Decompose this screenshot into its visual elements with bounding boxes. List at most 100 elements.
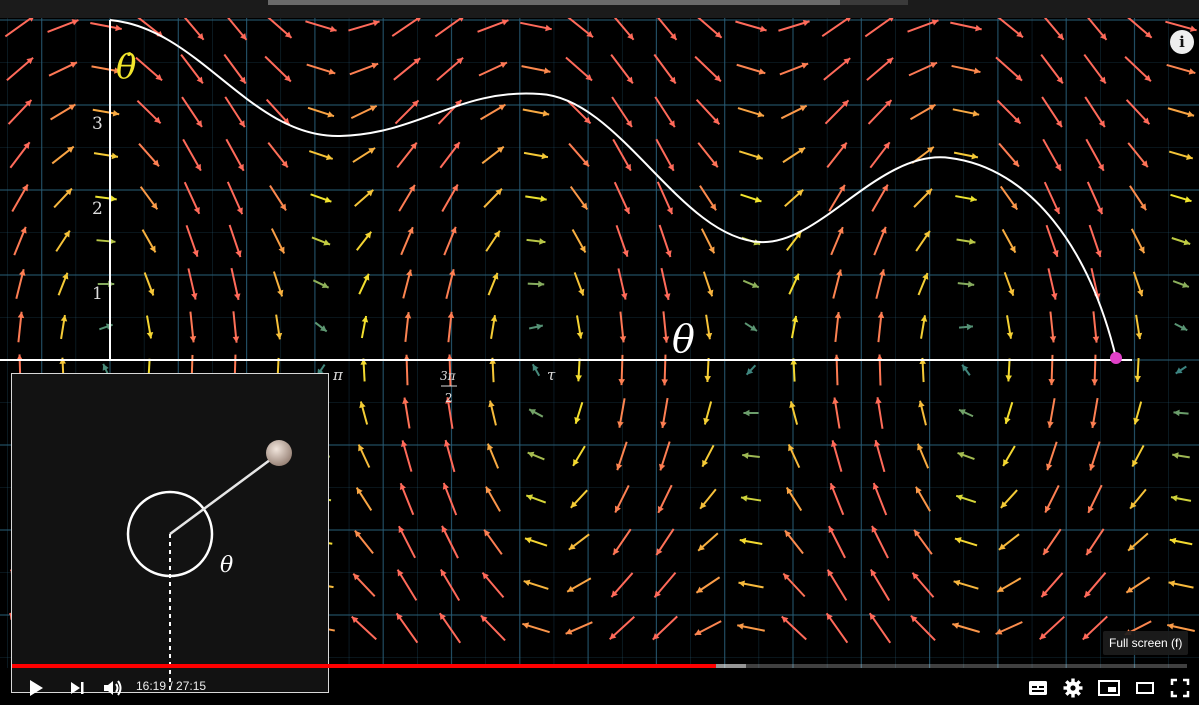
field-arrow: [354, 189, 374, 207]
x-tick-3pi-2-den: 2: [445, 391, 453, 405]
field-arrow: [825, 612, 849, 644]
field-arrow: [782, 146, 806, 164]
field-arrow: [187, 268, 198, 300]
field-arrow: [185, 224, 199, 258]
field-arrow: [17, 311, 25, 343]
field-arrow: [871, 525, 889, 559]
field-arrow: [950, 21, 982, 32]
field-arrow: [961, 364, 971, 376]
field-arrow: [1049, 311, 1057, 343]
field-arrow: [438, 612, 462, 644]
field-arrow: [1129, 488, 1147, 510]
field-arrow: [350, 104, 378, 120]
field-arrow: [348, 19, 380, 32]
field-arrow: [357, 444, 371, 468]
field-arrow: [697, 532, 719, 552]
field-arrow: [399, 482, 415, 516]
field-arrow: [568, 142, 590, 168]
next-icon: [71, 681, 84, 694]
field-arrow: [395, 612, 419, 644]
field-arrow: [877, 311, 885, 343]
field-arrow: [952, 622, 980, 633]
field-arrow: [826, 569, 848, 601]
field-arrow: [619, 311, 627, 343]
field-arrow: [487, 272, 499, 296]
field-arrow: [1043, 181, 1061, 215]
y-axis-label: θ̇: [116, 47, 136, 87]
field-arrow: [823, 57, 851, 81]
subtitles-icon: [1029, 680, 1047, 695]
progress-bar[interactable]: [12, 664, 1187, 668]
field-arrow: [1083, 572, 1107, 598]
field-arrow: [9, 141, 31, 169]
field-arrow: [265, 98, 291, 126]
settings-button[interactable]: [1059, 670, 1087, 705]
field-arrow: [778, 19, 810, 32]
field-arrow: [15, 269, 26, 299]
field-arrow: [230, 267, 241, 301]
field-arrow: [489, 357, 497, 383]
field-arrow: [485, 486, 501, 512]
field-arrow: [653, 53, 677, 85]
field-arrow: [657, 484, 673, 514]
field-arrow: [1173, 409, 1189, 417]
field-arrow: [910, 615, 936, 641]
info-icon[interactable]: i: [1170, 30, 1194, 54]
play-button[interactable]: [22, 670, 50, 705]
field-arrow: [483, 188, 503, 208]
field-arrow: [182, 138, 202, 172]
field-arrow: [264, 55, 292, 83]
field-arrow: [958, 408, 974, 418]
fullscreen-icon: [1170, 678, 1190, 697]
field-arrow: [522, 108, 550, 117]
trajectory-endpoint: [1110, 352, 1122, 364]
field-arrow: [614, 485, 630, 513]
mute-button[interactable]: [99, 670, 127, 705]
field-arrow: [352, 147, 376, 163]
field-arrow: [51, 145, 75, 165]
field-arrow: [875, 269, 886, 299]
field-arrow: [1088, 224, 1102, 258]
field-arrow: [1084, 96, 1106, 128]
time-current: 16:19: [136, 679, 167, 693]
field-arrow: [784, 188, 804, 208]
video-player[interactable]: θ̇ θ 3 2 1 π 3π 2 τ θ i Full screen (f) …: [0, 0, 1199, 705]
next-button[interactable]: [64, 670, 90, 705]
field-arrow: [919, 357, 927, 383]
subtitles-button[interactable]: [1024, 670, 1052, 705]
field-arrow: [180, 54, 204, 84]
field-arrow: [189, 311, 197, 343]
fullscreen-button[interactable]: [1166, 670, 1194, 705]
played-bar: [12, 664, 716, 668]
field-arrow: [398, 184, 416, 212]
field-arrow: [527, 280, 545, 288]
field-arrow: [695, 99, 721, 125]
field-arrow: [183, 181, 201, 215]
field-arrow: [439, 569, 461, 601]
y-tick-1: 1: [92, 284, 103, 304]
theater-button[interactable]: [1131, 670, 1159, 705]
field-arrow: [908, 61, 938, 77]
field-arrow: [11, 184, 29, 212]
field-arrow: [1170, 494, 1192, 502]
field-arrow: [434, 18, 464, 38]
field-arrow: [312, 279, 330, 289]
field-arrow: [225, 138, 245, 172]
field-arrow: [1046, 441, 1058, 471]
field-arrow: [1087, 484, 1103, 514]
field-arrow: [830, 226, 844, 256]
miniplayer-button[interactable]: [1095, 670, 1123, 705]
field-arrow: [997, 18, 1024, 39]
field-arrow: [1002, 445, 1016, 467]
field-arrow: [910, 103, 936, 121]
field-arrow: [915, 486, 931, 512]
field-arrow: [871, 184, 889, 212]
field-arrow: [1167, 623, 1195, 632]
field-arrow: [404, 312, 412, 342]
field-arrow: [1085, 528, 1105, 556]
field-arrow: [875, 397, 884, 429]
field-arrow: [1040, 54, 1064, 84]
field-arrow: [1168, 150, 1194, 160]
field-arrow: [1003, 271, 1015, 297]
field-arrow: [1175, 365, 1187, 375]
